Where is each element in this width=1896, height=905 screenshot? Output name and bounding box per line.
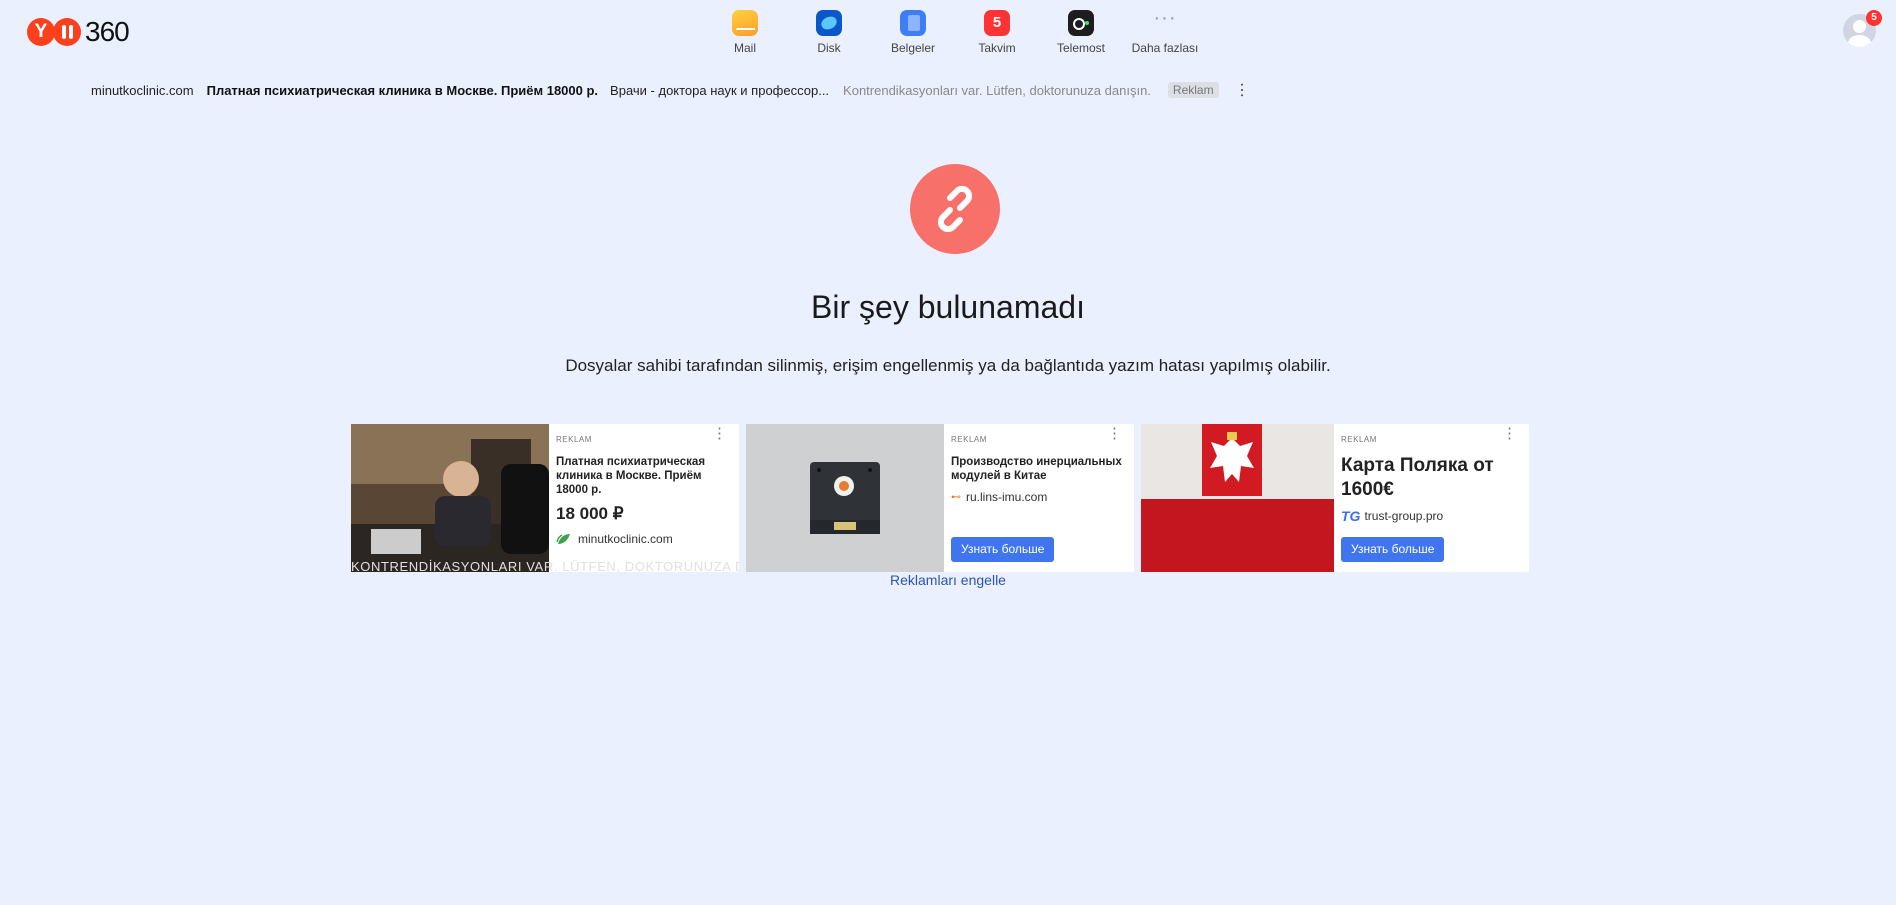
service-more[interactable]: ··· Daha fazlası — [1125, 7, 1205, 55]
ad-body: REKLAM ⋮ Платная психиатрическая клиника… — [549, 424, 739, 572]
block-ads-link[interactable]: Reklamları engelle — [0, 572, 1896, 588]
ad-title[interactable]: Платная психиатрическая клиника в Москве… — [207, 83, 598, 98]
documents-icon — [900, 10, 926, 36]
ad-card-imu[interactable]: REKLAM ⋮ Производство инерциальных модул… — [746, 424, 1134, 572]
ad-title[interactable]: Карта Поляка от 1600€ — [1341, 454, 1501, 502]
top-ad-banner[interactable]: minutkoclinic.com Платная психиатрическа… — [91, 81, 1250, 99]
service-mail[interactable]: Mail — [705, 10, 785, 55]
lins-logo-icon: ⊷ — [951, 491, 961, 503]
calendar-icon: 5 — [984, 10, 1010, 36]
service-label: Daha fazlası — [1131, 41, 1199, 55]
ad-title[interactable]: Платная психиатрическая клиника в Москве… — [556, 455, 736, 497]
service-calendar[interactable]: 5 Takvim — [957, 10, 1037, 55]
ad-badge: Reklam — [1167, 82, 1219, 98]
error-title: Bir şey bulunamadı — [811, 289, 1085, 325]
ad-image-module — [746, 424, 944, 572]
ad-image-doctor — [351, 424, 549, 572]
mail-icon — [732, 10, 758, 36]
ad-tag: REKLAM — [951, 435, 987, 444]
ad-disclaimer: KONTRENDİKASYONLARI VAR. LÜTFEN, DOKTORU… — [351, 559, 739, 572]
ad-tag: REKLAM — [556, 435, 592, 444]
telemost-icon — [1068, 10, 1094, 36]
ad-domain: minutkoclinic.com — [578, 532, 673, 546]
ad-description: Врачи - доктора наук и профессор... — [610, 82, 830, 98]
service-disk[interactable]: Disk — [789, 10, 869, 55]
service-label: Disk — [817, 41, 841, 55]
broken-link-icon — [910, 164, 1000, 254]
ad-image-polish-flag — [1141, 424, 1334, 572]
disk-icon — [816, 10, 842, 36]
ad-card-clinic[interactable]: REKLAM ⋮ Платная психиатрическая клиника… — [351, 424, 739, 572]
more-icon: ··· — [1153, 7, 1177, 29]
learn-more-button[interactable]: Узнать больше — [951, 537, 1055, 562]
service-label: Takvim — [978, 41, 1016, 55]
ad-menu-icon[interactable]: ⋮ — [1107, 426, 1122, 441]
ad-domain: trust-group.pro — [1364, 509, 1444, 523]
leaf-icon — [556, 534, 570, 544]
ad-warning: Kontrendikasyonları var. Lütfen, doktoru… — [843, 82, 1151, 98]
service-telemost[interactable]: Telemost — [1041, 10, 1121, 55]
ad-domain-row[interactable]: TG trust-group.pro — [1341, 508, 1443, 524]
service-label: Belgeler — [890, 41, 936, 55]
ad-menu-icon[interactable]: ⋮ — [1502, 426, 1517, 441]
notification-badge: 5 — [1866, 10, 1882, 26]
ad-card-karta-polaka[interactable]: REKLAM ⋮ Карта Поляка от 1600€ TG trust-… — [1141, 424, 1529, 572]
ad-domain: ru.lins-imu.com — [966, 490, 1048, 504]
services-bar: Mail Disk Belgeler 5 Takvim Telemost ···… — [0, 7, 1896, 60]
ad-body: REKLAM ⋮ Карта Поляка от 1600€ TG trust-… — [1334, 424, 1529, 572]
ad-menu-icon[interactable]: ⋮ — [712, 426, 727, 441]
ad-menu-icon[interactable]: ⋯ — [1232, 82, 1252, 98]
error-description: Dosyalar sahibi tarafından silinmiş, eri… — [565, 356, 1331, 375]
service-documents[interactable]: Belgeler — [873, 10, 953, 55]
ad-title[interactable]: Производство инерциальных модулей в Кита… — [951, 455, 1131, 483]
ad-price: 18 000 ₽ — [556, 504, 624, 523]
ad-domain[interactable]: minutkoclinic.com — [91, 83, 194, 98]
service-label: Mail — [733, 41, 756, 55]
learn-more-button[interactable]: Узнать больше — [1341, 537, 1445, 562]
service-label: Telemost — [1056, 41, 1106, 55]
ad-body: REKLAM ⋮ Производство инерциальных модул… — [944, 424, 1134, 572]
ad-domain-row[interactable]: minutkoclinic.com — [556, 532, 673, 546]
ad-domain-row[interactable]: ⊷ ru.lins-imu.com — [951, 490, 1047, 504]
ad-tag: REKLAM — [1341, 435, 1377, 444]
trust-group-logo-icon: TG — [1341, 508, 1361, 524]
